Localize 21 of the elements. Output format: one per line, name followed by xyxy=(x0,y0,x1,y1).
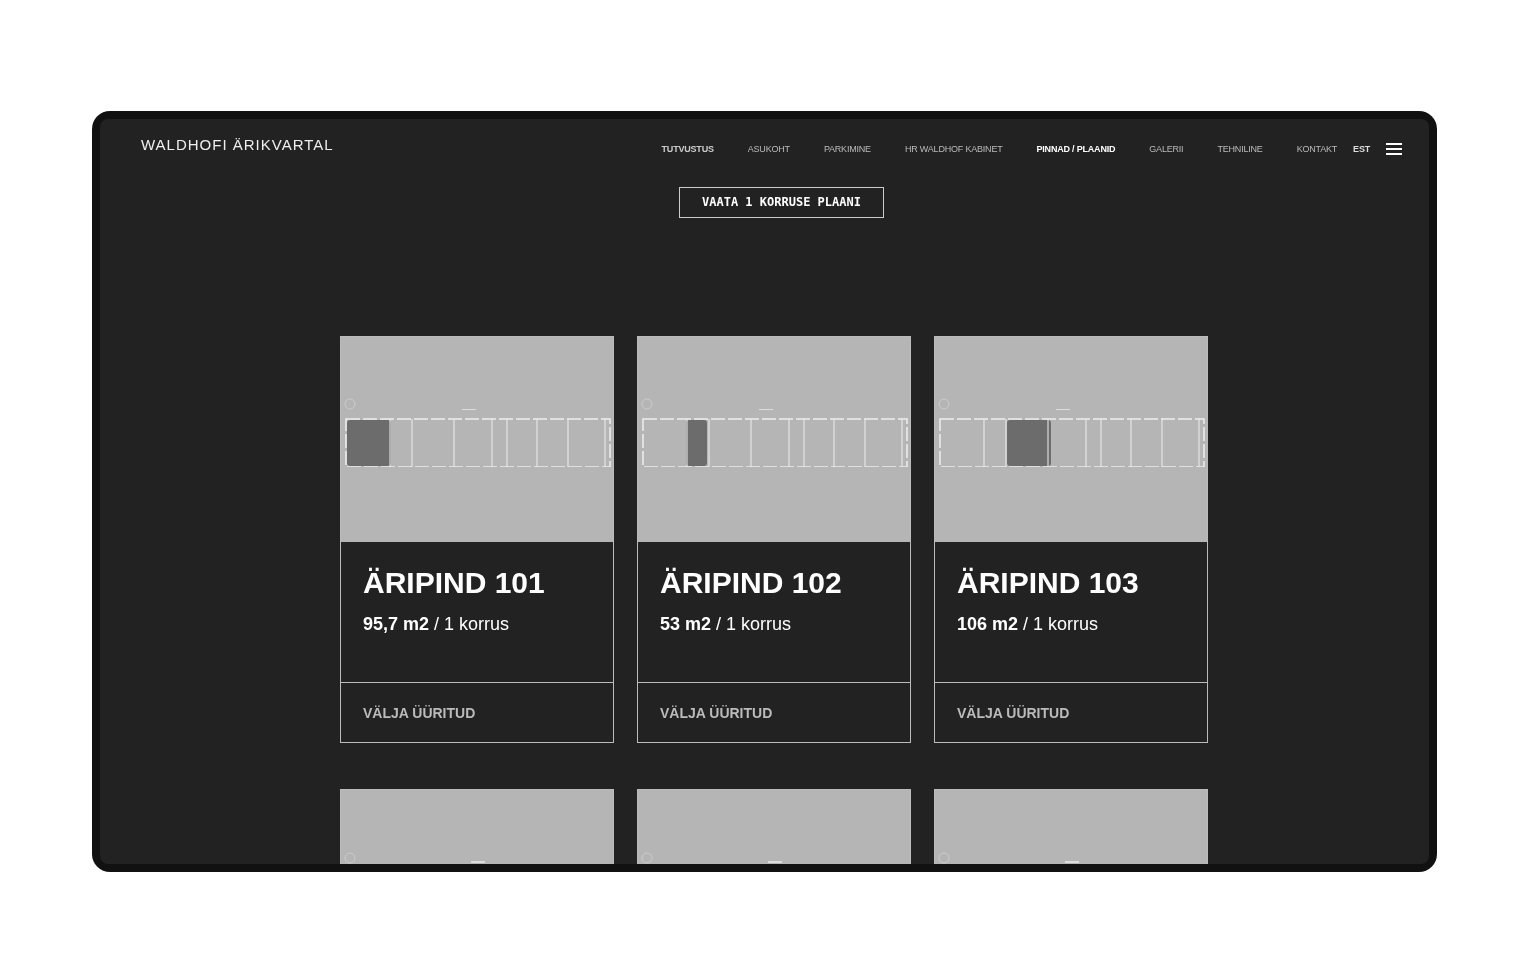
rented-status-link[interactable]: VÄLJA ÜÜRITUD xyxy=(638,683,910,742)
nav-link[interactable]: KONTAKT xyxy=(1296,144,1338,154)
language-link[interactable]: EST xyxy=(1353,144,1370,154)
nav-link[interactable]: PARKIMINE xyxy=(823,144,871,154)
rented-status-link[interactable]: VÄLJA ÜÜRITUD xyxy=(935,683,1207,742)
site-logo[interactable]: WALDHOFI ÄRIKVARTAL xyxy=(141,135,334,153)
floor-plan-button[interactable]: VAATA 1 KORRUSE PLAANI xyxy=(679,187,884,218)
nav-link[interactable]: GALERII xyxy=(1149,144,1184,154)
nav-link[interactable]: TEHNILINE xyxy=(1217,144,1263,154)
unit-details: 53 m2 / 1 korrus xyxy=(660,614,793,635)
nav-link[interactable]: HR WALDHOF KABINET xyxy=(904,144,1003,154)
nav-link[interactable]: PINNAD / PLAANID xyxy=(1036,144,1116,154)
rented-status-link[interactable]: VÄLJA ÜÜRITUD xyxy=(341,683,613,742)
nav-link[interactable]: TUTVUSTUS xyxy=(661,144,714,154)
unit-details: 106 m2 / 1 korrus xyxy=(957,614,1100,635)
menu-icon[interactable] xyxy=(1386,143,1402,155)
unit-details: 95,7 m2 / 1 korrus xyxy=(363,614,511,635)
unit-title: ÄRIPIND 102 xyxy=(660,566,843,600)
nav-link[interactable]: ASUKOHT xyxy=(747,144,790,154)
unit-title: ÄRIPIND 103 xyxy=(957,566,1140,600)
unit-title: ÄRIPIND 101 xyxy=(363,566,546,600)
